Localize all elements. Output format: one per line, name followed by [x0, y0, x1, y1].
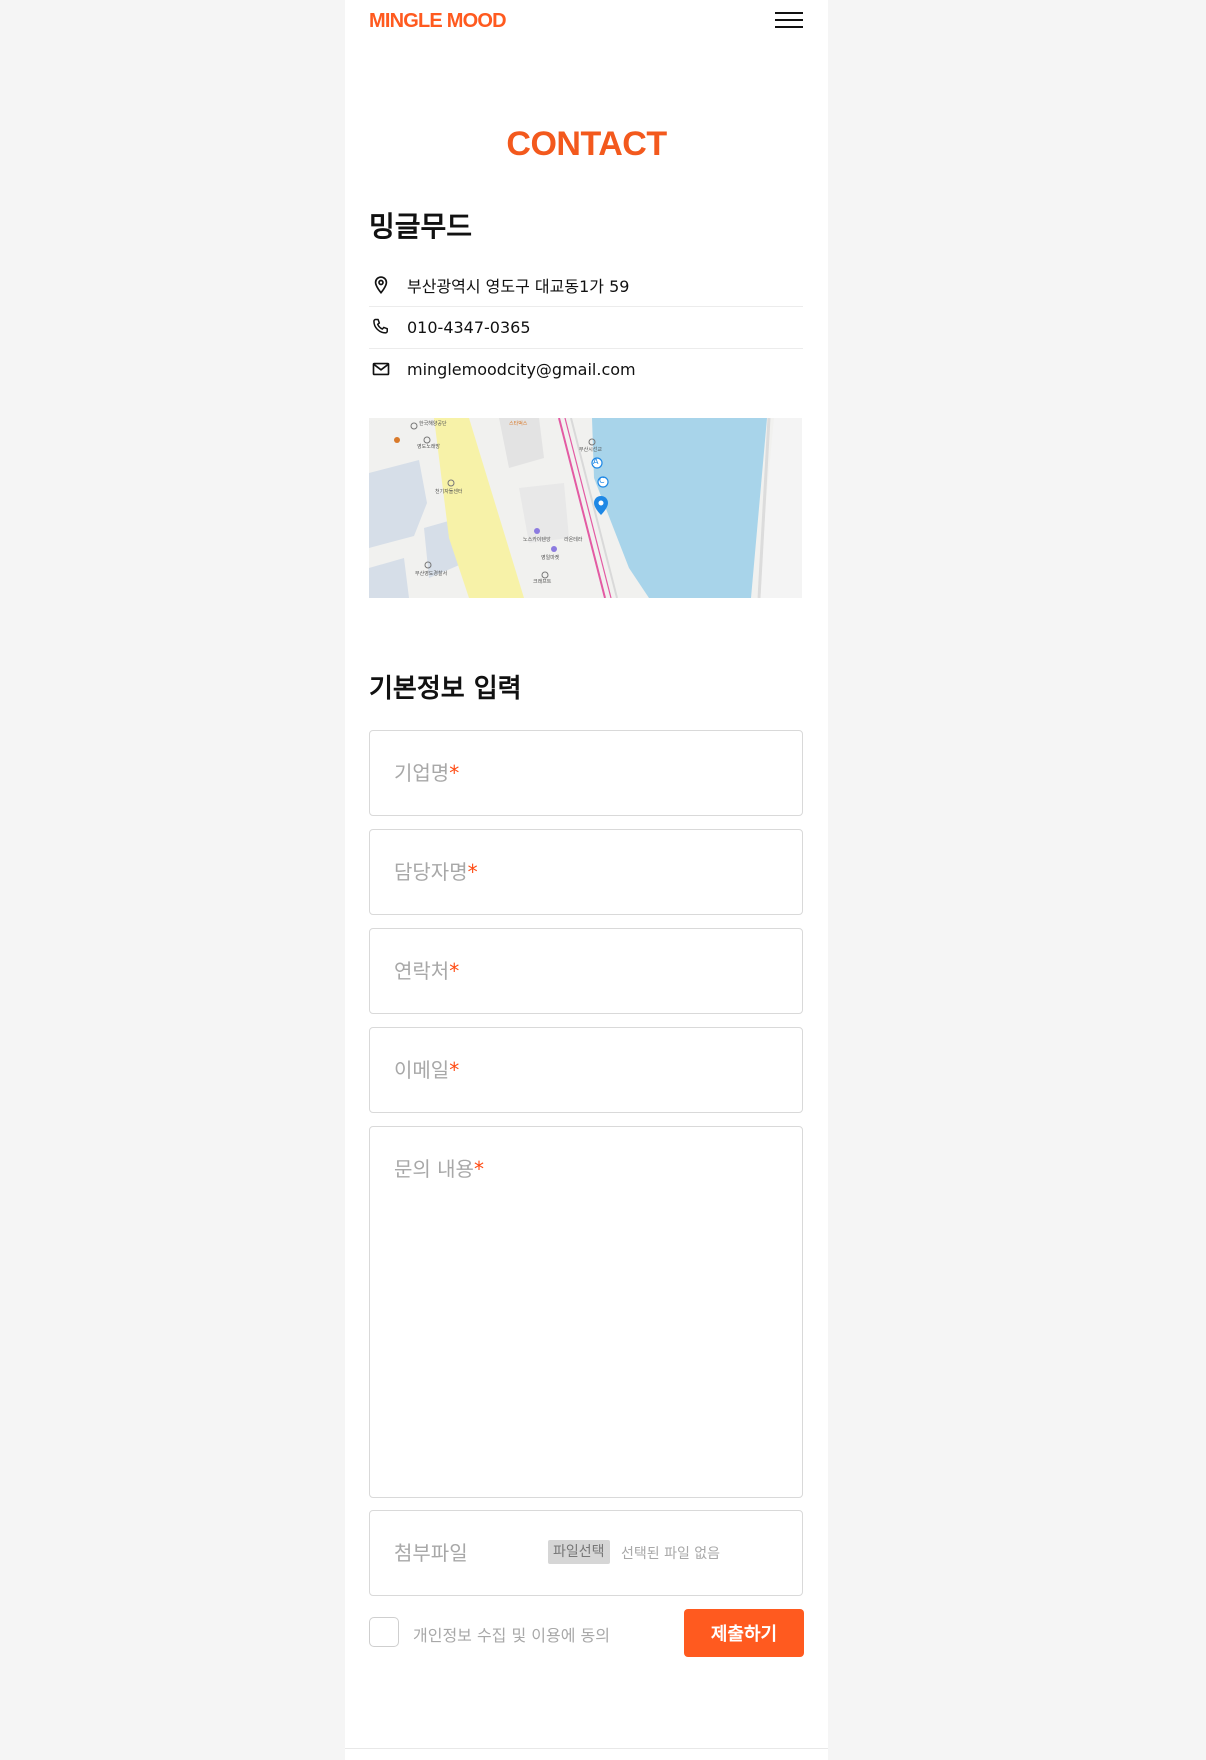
- file-status: 선택된 파일 없음: [621, 1546, 721, 1562]
- phone-text[interactable]: 010-4347-0365: [407, 318, 531, 337]
- hamburger-menu-icon[interactable]: [775, 10, 803, 32]
- attachment-label: 첨부파일: [394, 1541, 468, 1565]
- map-label: 라온테라: [564, 537, 583, 543]
- address-text: 부산광역시 영도구 대교동1가 59: [407, 277, 630, 296]
- form-section-title: 기본정보 입력: [369, 674, 522, 704]
- logo[interactable]: MINGLE MOOD: [369, 10, 507, 33]
- submit-button[interactable]: 제출하기: [684, 1609, 804, 1657]
- required-mark: *: [449, 959, 460, 983]
- map-label: 부산시선교: [579, 447, 603, 453]
- input-placeholder: 연락처*: [394, 959, 460, 983]
- phone-input[interactable]: 연락처*: [369, 928, 803, 1014]
- phone-icon: [373, 318, 388, 334]
- company-name: 밍글무드: [369, 210, 473, 243]
- footer-divider: [345, 1748, 828, 1749]
- input-placeholder: 기업명*: [394, 761, 460, 785]
- company-name-input[interactable]: 기업명*: [369, 730, 803, 816]
- map-label: 한국해양공단: [419, 421, 447, 427]
- map-label: 천기자돌센터: [435, 489, 463, 495]
- header: MINGLE MOOD: [345, 0, 828, 44]
- map-label: 영도노래방: [417, 444, 441, 450]
- map-label: 노스카이텐앙: [523, 537, 551, 543]
- required-mark: *: [449, 761, 460, 785]
- email-input[interactable]: 이메일*: [369, 1027, 803, 1113]
- location-map[interactable]: A C 한국해양공단 스타벅스 천기자돌센터 노스카이텐앙 라온테라 영일마켓 …: [369, 418, 802, 598]
- consent-checkbox[interactable]: [369, 1617, 399, 1647]
- file-select-button[interactable]: 파일선택: [548, 1540, 610, 1564]
- email-text[interactable]: minglemoodcity@gmail.com: [407, 360, 636, 379]
- email-row: minglemoodcity@gmail.com: [369, 348, 803, 390]
- page-title: CONTACT: [506, 125, 667, 163]
- required-mark: *: [449, 1058, 460, 1082]
- mail-icon: [372, 362, 390, 376]
- map-label: 영일마켓: [541, 555, 560, 561]
- phone-row: 010-4347-0365: [369, 306, 803, 349]
- consent-label[interactable]: 개인정보 수집 및 이용에 동의: [413, 1622, 610, 1646]
- address-row: 부산광역시 영도구 대교동1가 59: [369, 264, 803, 307]
- input-placeholder: 이메일*: [394, 1058, 460, 1082]
- map-marker-c: C: [599, 476, 605, 485]
- input-placeholder: 담당자명*: [394, 860, 478, 884]
- inquiry-textarea[interactable]: 문의 내용*: [369, 1126, 803, 1498]
- map-label: 크래프트: [533, 579, 552, 585]
- required-mark: *: [467, 860, 478, 884]
- location-pin-icon: [374, 276, 388, 294]
- map-label: 부산영도경찰서: [415, 571, 448, 577]
- map-marker-a: A: [593, 457, 599, 466]
- required-mark: *: [473, 1157, 484, 1181]
- attachment-field: 첨부파일 파일선택 선택된 파일 없음: [369, 1510, 803, 1596]
- input-placeholder: 문의 내용*: [394, 1157, 484, 1181]
- map-label: 스타벅스: [509, 421, 528, 427]
- page: MINGLE MOOD CONTACT 밍글무드 부산광역시 영도구 대교동1가…: [345, 0, 828, 1760]
- contact-person-input[interactable]: 담당자명*: [369, 829, 803, 915]
